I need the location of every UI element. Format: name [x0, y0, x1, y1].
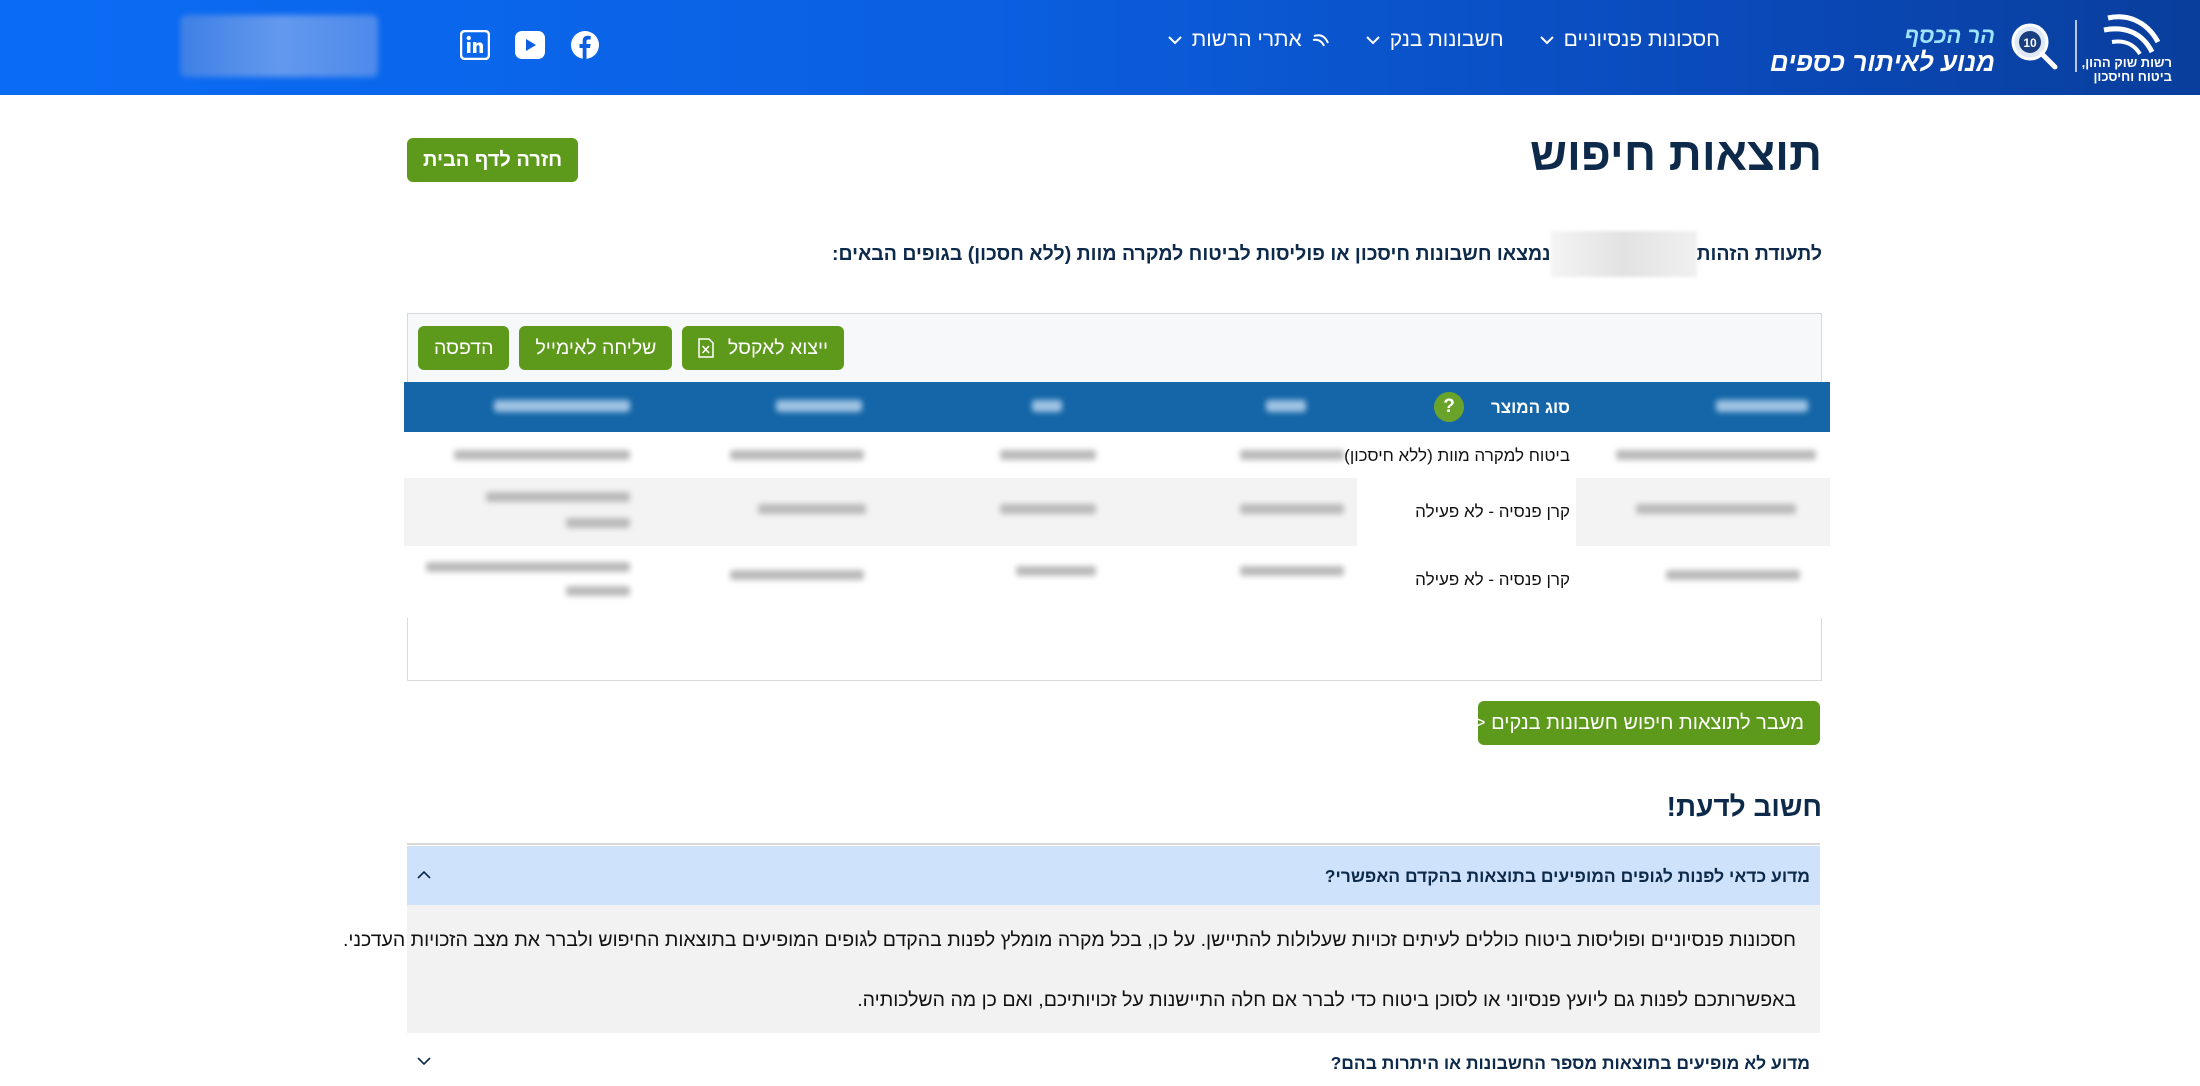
faq-item-open[interactable]: מדוע כדאי לפנות לגופים המופיעים בתוצאות … — [407, 846, 1820, 905]
id-number-redacted — [1550, 231, 1697, 277]
chevron-down-icon — [1539, 36, 1554, 45]
brand-title: הר הכסף — [1904, 23, 1995, 48]
print-button[interactable]: הדפסה — [418, 326, 510, 370]
authority-wave-icon — [2103, 14, 2161, 56]
results-table: סוג המוצר ? ביטוח למקרה מוות (ללא חיסכון… — [404, 382, 1830, 618]
faq-answer-paragraph: באפשרותכם לפנות גם ליועץ פנסיוני או לסוכ… — [857, 989, 1796, 1011]
results-toolbar: הדפסה שליחה לאימייל ייצוא לאקסל — [408, 314, 1821, 383]
page-title: תוצאות חיפוש — [1529, 128, 1822, 180]
authority-logo[interactable]: רשות שוק ההון, ביטוח וחיסכון — [2082, 12, 2172, 84]
product-type-text: ביטוח למקרה מוות (ללא חיסכון) — [1344, 446, 1570, 465]
faq-question: מדוע כדאי לפנות לגופים המופיעים בתוצאות … — [1324, 866, 1810, 886]
badge-number: 10 — [2023, 36, 2037, 50]
export-excel-button[interactable]: ייצוא לאקסל — [682, 326, 845, 370]
nav-pension-savings[interactable]: חסכונות פנסיוניים — [1539, 28, 1720, 52]
nav-item-label: אתרי הרשות — [1191, 28, 1302, 51]
export-excel-label: ייצוא לאקסל — [727, 336, 829, 359]
brand-subtitle: מנוע לאיתור כספים — [1769, 47, 1995, 77]
email-button[interactable]: שליחה לאימייל — [519, 326, 673, 370]
nav-item-label: חסכונות פנסיוניים — [1563, 28, 1720, 51]
chevron-up-icon — [417, 870, 431, 879]
user-info-redacted — [180, 15, 378, 77]
nav-authority-sites[interactable]: אתרי הרשות — [1168, 28, 1330, 52]
back-home-button[interactable]: חזרה לדף הבית — [407, 138, 579, 182]
faq-question: מדוע לא מופיעים בתוצאות מספר החשבונות או… — [1330, 1053, 1810, 1073]
nav-item-label: חשבונות בנק — [1389, 28, 1504, 51]
help-icon[interactable]: ? — [1434, 392, 1464, 422]
brand-logo[interactable]: הר הכסף מנוע לאיתור כספים — [1769, 23, 1995, 77]
product-type-column: סוג המוצר ? ביטוח למקרה מוות (ללא חיסכון… — [1344, 382, 1576, 618]
product-type-text: קרן פנסיה - לא פעילה — [1415, 502, 1570, 521]
social-links — [460, 30, 600, 60]
chevron-down-icon — [417, 1057, 431, 1066]
main-nav: חסכונות פנסיוניים חשבונות בנק אתרי הרשות — [1168, 28, 1720, 52]
excel-icon — [698, 338, 715, 359]
youtube-icon[interactable] — [514, 30, 546, 60]
id-line-suffix: נמצאו חשבונות חיסכון או פוליסות לביטוח ל… — [831, 242, 1551, 265]
linkedin-icon[interactable] — [460, 30, 490, 60]
table-row — [404, 432, 1830, 478]
chevron-down-icon — [1168, 36, 1182, 45]
authority-small-icon — [1312, 34, 1329, 47]
divider — [407, 843, 1820, 845]
blurred-header — [1716, 400, 1808, 412]
bank-results-button[interactable]: מעבר לתוצאות חיפוש חשבונות בנקים << — [1462, 701, 1820, 745]
id-line-prefix: לתעודת הזהות — [1696, 242, 1822, 265]
authority-logo-line1: רשות שוק ההון, — [2081, 55, 2172, 70]
authority-logo-line2: ביטוח וחיסכון — [2093, 69, 2172, 84]
top-header: רשות שוק ההון, ביטוח וחיסכון 10 הר הכסף … — [0, 0, 2200, 95]
logo-divider — [2075, 20, 2077, 72]
nav-bank-accounts[interactable]: חשבונות בנק — [1366, 28, 1504, 52]
chevron-down-icon — [1366, 36, 1380, 45]
magnifier-badge-icon: 10 — [2010, 22, 2058, 70]
blurred-header — [1266, 400, 1306, 412]
product-type-header: סוג המוצר ? — [1357, 382, 1576, 432]
blurred-header — [1032, 400, 1062, 412]
faq-answer-paragraph: חסכונות פנסיוניים ופוליסות ביטוח כוללים … — [342, 929, 1796, 951]
important-title: חשוב לדעת! — [1666, 791, 1822, 822]
results-box: הדפסה שליחה לאימייל ייצוא לאקסל סוג המוצ… — [404, 313, 1830, 681]
table-header-row — [404, 382, 1830, 432]
product-type-cell: קרן פנסיה - לא פעילה — [1357, 546, 1576, 618]
product-type-header-label: סוג המוצר — [1491, 398, 1570, 417]
id-line: לתעודת הזהות נמצאו חשבונות חיסכון או פול… — [832, 231, 1822, 277]
faq-item-closed[interactable]: מדוע לא מופיעים בתוצאות מספר החשבונות או… — [407, 1036, 1820, 1086]
table-row — [404, 546, 1830, 618]
blurred-header — [494, 400, 630, 412]
facebook-icon[interactable] — [570, 30, 600, 60]
product-type-cell: ביטוח למקרה מוות (ללא חיסכון) — [1344, 432, 1576, 478]
faq-answer: חסכונות פנסיוניים ופוליסות ביטוח כוללים … — [343, 905, 1820, 1033]
product-type-cell: קרן פנסיה - לא פעילה — [1357, 478, 1576, 546]
blurred-header — [776, 400, 862, 412]
table-row — [404, 478, 1830, 546]
product-type-text: קרן פנסיה - לא פעילה — [1415, 570, 1570, 589]
